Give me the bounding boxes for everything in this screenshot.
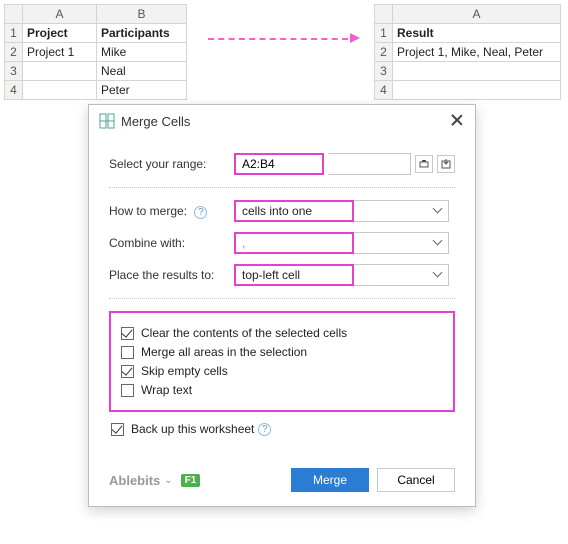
brand-label[interactable]: Ablebits — [109, 473, 160, 488]
checkbox-icon — [121, 365, 134, 378]
row-header-2[interactable]: 2 — [5, 43, 23, 62]
f1-help-badge[interactable]: F1 — [181, 474, 201, 487]
cell-a1-r[interactable]: Result — [393, 24, 561, 43]
source-table: A B 1 Project Participants 2 Project 1 M… — [4, 4, 187, 100]
cell-b2[interactable]: Mike — [97, 43, 187, 62]
corner-cell-r — [375, 5, 393, 24]
skip-empty-label: Skip empty cells — [141, 364, 228, 378]
range-row: Select your range: — [109, 153, 455, 175]
collapse-range-icon[interactable] — [415, 155, 433, 173]
dialog-footer: Ablebits ⌄ F1 Merge Cancel — [89, 464, 475, 506]
help-icon[interactable]: ? — [258, 423, 271, 436]
row-header-4-r[interactable]: 4 — [375, 81, 393, 100]
combine-label: Combine with: — [109, 236, 234, 250]
dialog-titlebar: Merge Cells — [89, 105, 475, 135]
help-icon[interactable]: ? — [194, 206, 207, 219]
cell-b3[interactable]: Neal — [97, 62, 187, 81]
cancel-button[interactable]: Cancel — [377, 468, 455, 492]
row-header-1[interactable]: 1 — [5, 24, 23, 43]
how-label: How to merge: ? — [109, 204, 234, 219]
cell-a2[interactable]: Project 1 — [23, 43, 97, 62]
combine-with-select[interactable]: , — [234, 232, 449, 254]
col-header-a[interactable]: A — [23, 5, 97, 24]
chevron-down-icon: ⌄ — [164, 475, 172, 486]
cell-a3[interactable] — [23, 62, 97, 81]
range-input-extension[interactable] — [328, 153, 411, 175]
clear-contents-checkbox[interactable]: Clear the contents of the selected cells — [121, 326, 443, 340]
row-header-3[interactable]: 3 — [5, 62, 23, 81]
wrap-text-checkbox[interactable]: Wrap text — [121, 383, 443, 397]
place-value: top-left cell — [234, 264, 354, 286]
cell-a3-r[interactable] — [393, 62, 561, 81]
cell-a2-r[interactable]: Project 1, Mike, Neal, Peter — [393, 43, 561, 62]
divider — [109, 298, 455, 299]
chevron-down-icon — [434, 271, 442, 279]
range-input[interactable] — [234, 153, 324, 175]
divider — [109, 187, 455, 188]
place-results-select[interactable]: top-left cell — [234, 264, 449, 286]
checkbox-icon — [111, 423, 124, 436]
range-label: Select your range: — [109, 157, 234, 171]
close-icon[interactable] — [449, 113, 465, 129]
place-row: Place the results to: top-left cell — [109, 264, 455, 286]
checkbox-icon — [121, 327, 134, 340]
cell-a1[interactable]: Project — [23, 24, 97, 43]
result-table: A 1 Result 2 Project 1, Mike, Neal, Pete… — [374, 4, 561, 100]
backup-label: Back up this worksheet — [131, 422, 254, 436]
cell-a4[interactable] — [23, 81, 97, 100]
how-row: How to merge: ? cells into one — [109, 200, 455, 222]
backup-checkbox[interactable]: Back up this worksheet ? — [111, 422, 455, 436]
merge-cells-dialog: Merge Cells Select your range: — [88, 104, 476, 507]
row-header-4[interactable]: 4 — [5, 81, 23, 100]
dialog-title: Merge Cells — [121, 114, 449, 129]
skip-empty-checkbox[interactable]: Skip empty cells — [121, 364, 443, 378]
col-header-a-r[interactable]: A — [393, 5, 561, 24]
cell-b4[interactable]: Peter — [97, 81, 187, 100]
how-to-merge-select[interactable]: cells into one — [234, 200, 449, 222]
cell-a4-r[interactable] — [393, 81, 561, 100]
how-value: cells into one — [234, 200, 354, 222]
merge-all-label: Merge all areas in the selection — [141, 345, 307, 359]
combine-value: , — [234, 232, 354, 254]
options-group: Clear the contents of the selected cells… — [109, 311, 455, 412]
col-header-b[interactable]: B — [97, 5, 187, 24]
wrap-label: Wrap text — [141, 383, 192, 397]
corner-cell — [5, 5, 23, 24]
merge-button[interactable]: Merge — [291, 468, 369, 492]
clear-label: Clear the contents of the selected cells — [141, 326, 347, 340]
arrow-icon — [208, 38, 358, 40]
checkbox-icon — [121, 346, 134, 359]
chevron-down-icon — [434, 239, 442, 247]
chevron-down-icon — [434, 207, 442, 215]
expand-range-icon[interactable] — [437, 155, 455, 173]
place-label: Place the results to: — [109, 268, 234, 282]
checkbox-icon — [121, 384, 134, 397]
cell-b1[interactable]: Participants — [97, 24, 187, 43]
merge-all-areas-checkbox[interactable]: Merge all areas in the selection — [121, 345, 443, 359]
combine-row: Combine with: , — [109, 232, 455, 254]
merge-cells-icon — [99, 113, 115, 129]
row-header-3-r[interactable]: 3 — [375, 62, 393, 81]
row-header-2-r[interactable]: 2 — [375, 43, 393, 62]
row-header-1-r[interactable]: 1 — [375, 24, 393, 43]
